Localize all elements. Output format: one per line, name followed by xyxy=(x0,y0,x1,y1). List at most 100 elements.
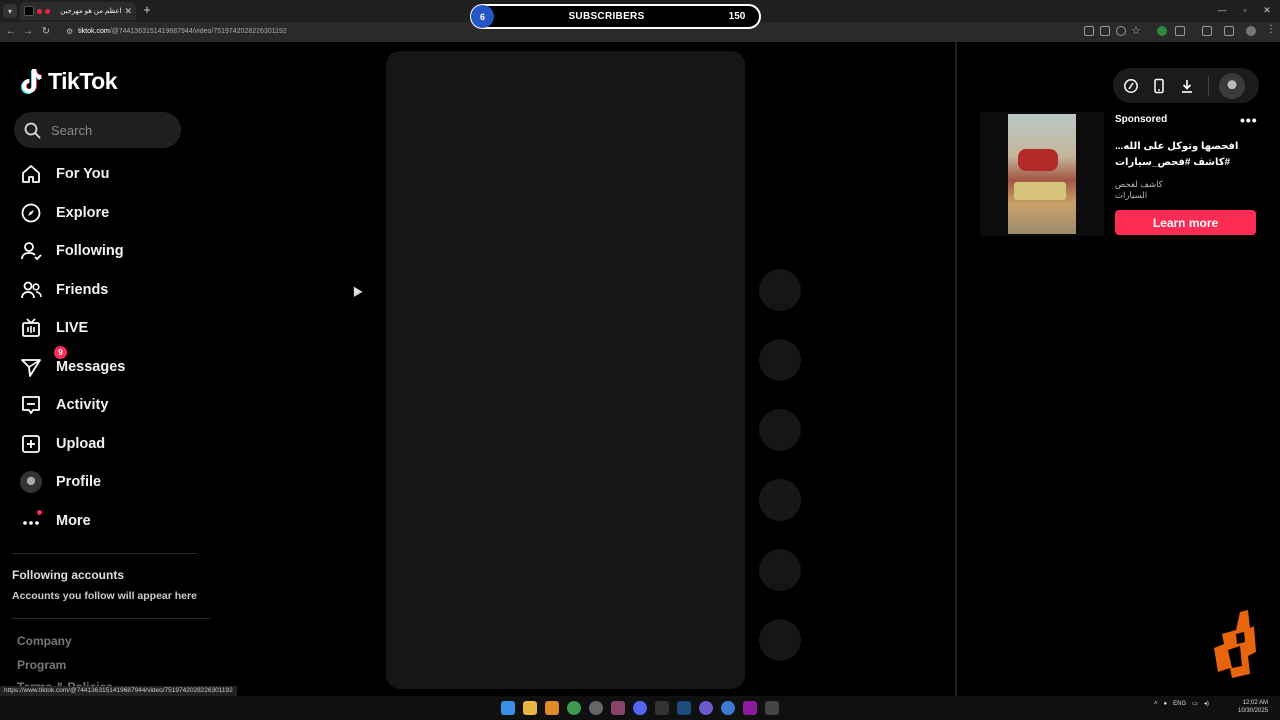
tiktok-logo[interactable]: TikTok xyxy=(20,65,118,97)
zoom-icon[interactable] xyxy=(1116,26,1126,36)
sidebar-item-label: Messages xyxy=(56,359,126,375)
panel-divider xyxy=(955,42,957,696)
sidebar-item-for-you[interactable]: For You xyxy=(20,158,190,190)
sidebar-item-label: Friends xyxy=(56,282,109,298)
like-button[interactable] xyxy=(759,339,801,381)
friends-icon xyxy=(21,281,42,299)
creator-avatar-button[interactable] xyxy=(759,269,801,311)
sponsored-label: Sponsored xyxy=(1115,114,1168,125)
channel-watermark-logo xyxy=(1214,610,1256,678)
audio-dot-icon xyxy=(37,8,42,14)
sidebar-item-label: Upload xyxy=(56,436,106,452)
sidebar-item-label: Following xyxy=(56,243,124,259)
app-icon[interactable] xyxy=(545,701,559,715)
extensions-puzzle-icon[interactable] xyxy=(1175,26,1185,36)
video-player-placeholder[interactable] xyxy=(386,51,745,689)
messages-paper-plane-icon xyxy=(21,359,41,377)
system-tray: ˄ ● ENG ▭ ◂) xyxy=(1154,700,1209,708)
subscriber-left-count: 6 xyxy=(471,5,494,28)
sidebar-item-explore[interactable]: Explore xyxy=(20,197,190,229)
learn-more-button[interactable]: Learn more xyxy=(1115,210,1256,235)
start-windows-icon[interactable] xyxy=(501,701,515,715)
search-input[interactable] xyxy=(51,122,161,138)
footer-link-company[interactable]: Company xyxy=(17,634,72,648)
chrome-icon[interactable] xyxy=(567,701,581,715)
browser-menu-icon[interactable]: ⋮ xyxy=(1266,24,1276,35)
browser-tab[interactable]: اعظم من هو مهرجين ✕ xyxy=(20,2,136,20)
new-tab-button[interactable]: + xyxy=(140,3,154,17)
tab-close-icon[interactable]: ✕ xyxy=(124,6,132,17)
microphone-icon[interactable]: ● xyxy=(1164,701,1168,707)
sidebar-item-following[interactable]: Following xyxy=(20,235,190,267)
messages-count-badge: 9 xyxy=(54,346,67,359)
tab-search-icon[interactable]: ▾ xyxy=(3,4,17,18)
logo-text: TikTok xyxy=(48,67,118,94)
forward-button[interactable]: → xyxy=(21,25,35,39)
header-profile-avatar[interactable] xyxy=(1219,72,1245,99)
tray-chevron-icon[interactable]: ˄ xyxy=(1154,701,1158,707)
bookmark-star-icon[interactable]: ☆ xyxy=(1131,24,1141,37)
sidebar-item-friends[interactable]: Friends xyxy=(20,274,190,306)
home-icon xyxy=(22,165,40,183)
discord-icon[interactable] xyxy=(633,701,647,715)
app-icon[interactable] xyxy=(589,701,603,715)
reload-button[interactable]: ↻ xyxy=(39,25,53,39)
back-button[interactable]: ← xyxy=(4,25,18,39)
app-icon[interactable] xyxy=(765,701,779,715)
tab-title: اعظم من هو مهرجين xyxy=(60,8,122,15)
sidebar-item-label: Explore xyxy=(56,205,110,221)
sidebar-item-label: Profile xyxy=(56,474,102,490)
download-button[interactable] xyxy=(1176,75,1198,97)
app-icon[interactable] xyxy=(611,701,625,715)
music-disc-button[interactable] xyxy=(759,619,801,661)
coins-button[interactable] xyxy=(1120,75,1142,97)
translate-icon[interactable] xyxy=(1100,26,1110,36)
more-dots-icon xyxy=(20,510,42,532)
cast-icon[interactable] xyxy=(1084,26,1094,36)
subscriber-right-count: 150 xyxy=(728,11,746,22)
following-accounts-title: Following accounts xyxy=(12,568,125,582)
header-tools xyxy=(1113,68,1259,103)
sidebar-item-activity[interactable]: Activity xyxy=(20,389,190,421)
app-icon[interactable] xyxy=(743,701,757,715)
file-explorer-icon[interactable] xyxy=(523,701,537,715)
sidebar-item-live[interactable]: LIVE xyxy=(20,312,190,344)
search-bar[interactable] xyxy=(14,112,181,148)
extension-green-icon[interactable] xyxy=(1157,26,1167,36)
app-icon[interactable] xyxy=(721,701,735,715)
volume-icon[interactable]: ◂) xyxy=(1204,700,1209,707)
clock-time: 12:02 AM xyxy=(1242,700,1269,706)
following-user-icon xyxy=(21,242,42,261)
ad-options-icon[interactable]: ••• xyxy=(1240,112,1258,128)
subscriber-label: SUBSCRIBERS xyxy=(568,11,645,22)
reading-list-icon[interactable] xyxy=(1224,26,1234,36)
comment-button[interactable] xyxy=(759,409,801,451)
network-icon[interactable]: ▭ xyxy=(1192,700,1198,707)
close-window-button[interactable]: ✕ xyxy=(1259,3,1275,17)
app-icon[interactable] xyxy=(699,701,713,715)
clock-date: 10/30/2025 xyxy=(1238,708,1269,714)
sidebar-item-upload[interactable]: Upload xyxy=(20,428,190,460)
download-icon xyxy=(1182,79,1192,93)
language-indicator[interactable]: ENG xyxy=(1173,701,1186,707)
following-accounts-empty-text: Accounts you follow will appear here xyxy=(12,590,197,602)
maximize-button[interactable]: ▫ xyxy=(1237,3,1253,17)
incognito-icon[interactable] xyxy=(1202,26,1212,36)
steam-icon[interactable] xyxy=(677,701,691,715)
share-button[interactable] xyxy=(759,549,801,591)
sidebar-item-messages[interactable]: 9 Messages xyxy=(20,346,190,383)
site-info-icon[interactable]: ⚙ xyxy=(66,27,73,36)
ad-thumbnail-image xyxy=(1008,114,1076,234)
ad-thumbnail[interactable] xyxy=(980,112,1104,236)
live-tv-icon xyxy=(22,318,40,337)
profile-avatar-icon[interactable] xyxy=(1246,26,1256,36)
sidebar-item-profile[interactable]: Profile xyxy=(20,466,190,498)
audio-dot-icon xyxy=(45,8,50,14)
sidebar-item-more[interactable]: More xyxy=(20,505,190,537)
minimize-button[interactable]: — xyxy=(1214,3,1230,17)
app-icon[interactable] xyxy=(655,701,669,715)
favorite-button[interactable] xyxy=(759,479,801,521)
footer-link-program[interactable]: Program xyxy=(17,658,66,672)
taskbar-clock[interactable]: 12:02 AM 10/30/2025 xyxy=(1238,699,1268,715)
get-app-button[interactable] xyxy=(1148,75,1170,97)
